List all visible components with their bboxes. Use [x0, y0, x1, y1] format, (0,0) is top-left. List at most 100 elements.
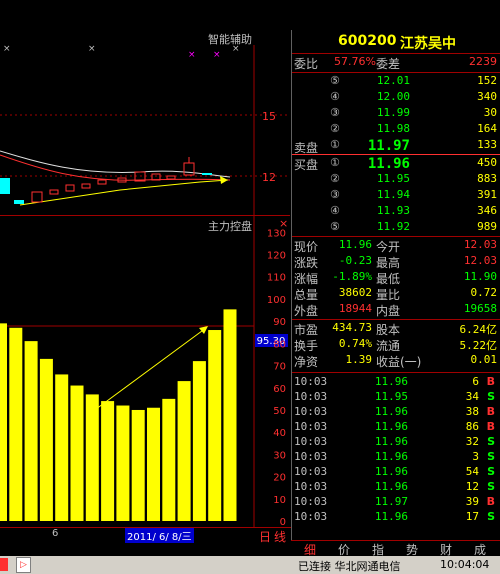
tick-volume: 12	[465, 480, 479, 493]
y-tick-label: 100	[267, 295, 286, 306]
tick-side: S	[487, 435, 495, 448]
tick-row: 10:03 11.95 34 S	[292, 390, 500, 406]
trend-arrowhead	[220, 176, 228, 184]
ma-yellow	[19, 179, 229, 206]
quote-value-2: 12.03	[463, 238, 497, 251]
tick-row: 10:03 11.96 86 B	[292, 420, 500, 436]
tick-volume: 6	[472, 375, 479, 388]
stock-panel: 600200 江苏吴中 委比 57.76% 委差 2239 ⑤ 12.01 15…	[291, 30, 500, 540]
quote-row: 涨跌 -0.23 最高 12.03	[292, 254, 500, 270]
svg-text:×: ×	[88, 45, 96, 54]
tick-time: 10:03	[294, 375, 328, 388]
weidiff-label: 委差	[376, 57, 401, 71]
quote-label-2: 最低	[376, 272, 401, 286]
bar	[39, 358, 53, 521]
tick-time: 10:03	[294, 495, 328, 508]
tick-time: 10:03	[294, 465, 328, 478]
level-number: ③	[330, 106, 340, 119]
buy-price: 11.93	[376, 204, 410, 217]
tick-price: 11.96	[374, 375, 408, 388]
buy-level-3[interactable]: ③ 11.94 391	[292, 188, 500, 204]
fund-label: 净资	[294, 355, 319, 369]
tick-time: 10:03	[294, 405, 328, 418]
level-number: ①	[330, 156, 340, 169]
tick-side: B	[486, 420, 495, 433]
quote-value: 38602	[338, 286, 372, 299]
tick-row: 10:03 11.96 32 S	[292, 435, 500, 451]
tick-volume: 32	[465, 435, 479, 448]
quote-value-2: 12.03	[463, 254, 497, 267]
y-tick-label: 30	[273, 450, 286, 461]
tick-time: 10:03	[294, 480, 328, 493]
tick-row: 10:03 11.96 12 S	[292, 480, 500, 496]
buy-level-4[interactable]: ④ 11.93 346	[292, 204, 500, 220]
sell-level-1[interactable]: ① 11.97 133	[292, 138, 500, 154]
y-tick-label: 80	[273, 339, 286, 350]
tick-row: 10:03 11.96 17 S	[292, 510, 500, 526]
period-label[interactable]: 日线	[259, 528, 289, 545]
candle-cyan	[202, 173, 212, 175]
quote-row: 现价 11.96 今开 12.03	[292, 238, 500, 254]
y-tick-label: 50	[273, 406, 286, 417]
stock-name: 江苏吴中	[400, 36, 456, 52]
tick-side: S	[487, 390, 495, 403]
tick-side: B	[486, 375, 495, 388]
tick-volume: 34	[465, 390, 479, 403]
tick-volume: 39	[465, 495, 479, 508]
tick-price: 11.96	[374, 405, 408, 418]
sell-level-3[interactable]: ③ 11.99 30	[292, 106, 500, 122]
bar	[55, 374, 69, 521]
level-number: ⑤	[330, 220, 340, 233]
bar	[101, 401, 115, 521]
svg-text:×: ×	[188, 50, 196, 60]
stock-header: 600200 江苏吴中	[292, 30, 500, 52]
quote-row: 总量 38602 量比 0.72	[292, 286, 500, 302]
tick-side: S	[487, 510, 495, 523]
buy-volume: 346	[477, 204, 497, 217]
buy-level-1[interactable]: ① 11.96 450	[292, 156, 500, 172]
weibi-value: 57.76%	[334, 55, 376, 68]
tab-bar: 细价指势财成	[291, 540, 500, 557]
bar	[0, 323, 7, 521]
candle-cyan	[0, 178, 10, 194]
tick-volume: 3	[472, 450, 479, 463]
buy-volume: 450	[477, 156, 497, 169]
level-number: ②	[330, 172, 340, 185]
sell-level-5[interactable]: ⑤ 12.01 152	[292, 74, 500, 90]
bar	[208, 330, 222, 521]
sell-volume: 133	[477, 138, 497, 151]
tick-time: 10:03	[294, 510, 328, 523]
y-tick-label: 70	[273, 362, 286, 373]
main-control-chart[interactable]: 95.30 1401301201101009080706050403020100	[0, 215, 292, 527]
quote-label-2: 最高	[376, 256, 401, 270]
buy-volume: 883	[477, 172, 497, 185]
play-icon[interactable]: ▷	[16, 557, 31, 573]
y-tick-label: 0	[280, 517, 286, 527]
buy-level-5[interactable]: ⑤ 11.92 989	[292, 220, 500, 236]
quote-value-2: 19658	[463, 302, 497, 315]
date-label: 2011/ 6/ 8/三	[125, 528, 194, 543]
bar	[147, 407, 160, 521]
tick-side: S	[487, 465, 495, 478]
bar	[162, 398, 176, 521]
sell-price: 11.98	[376, 122, 410, 135]
sell-level-2[interactable]: ② 11.98 164	[292, 122, 500, 138]
buy-price: 11.96	[367, 156, 410, 172]
fundamental-row: 换手 0.74% 流通 5.22亿	[292, 337, 500, 353]
tick-price: 11.97	[374, 495, 408, 508]
quote-value: 11.96	[338, 238, 372, 251]
sell-level-4[interactable]: ④ 12.00 340	[292, 90, 500, 106]
y-tick-label: 140	[267, 215, 286, 217]
fund-label-2: 收益(一)	[376, 355, 422, 369]
kline-chart[interactable]: × × × × × 15 12	[0, 45, 290, 215]
grid	[0, 114, 290, 177]
level-number: ②	[330, 122, 340, 135]
sell-volume: 30	[483, 106, 497, 119]
buy-level-2[interactable]: ② 11.95 883	[292, 172, 500, 188]
weibi-row: 委比 57.76% 委差 2239	[292, 55, 500, 71]
fund-label: 换手	[294, 339, 319, 353]
y-tick-label: 120	[267, 251, 286, 262]
fund-value: 434.73	[332, 321, 372, 334]
status-left-button[interactable]	[0, 558, 8, 571]
bar	[177, 381, 191, 521]
